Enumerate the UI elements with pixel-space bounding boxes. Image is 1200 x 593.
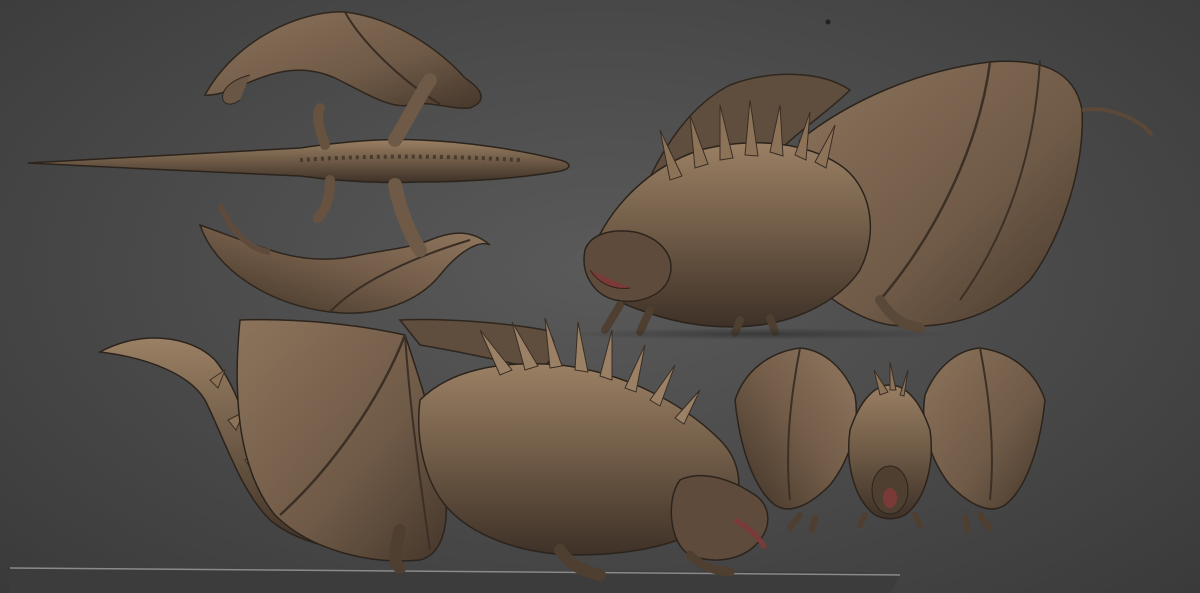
dragon-side-view (97, 317, 769, 581)
render-viewport[interactable] (0, 0, 1200, 593)
dragon-front-view (734, 347, 1046, 533)
floor-plane (9, 567, 901, 593)
dragon-three-quarter-view (560, 59, 1154, 340)
speck (825, 19, 831, 25)
dragon-sculpt-renders (9, 11, 1154, 593)
dragon-top-view (27, 11, 570, 314)
